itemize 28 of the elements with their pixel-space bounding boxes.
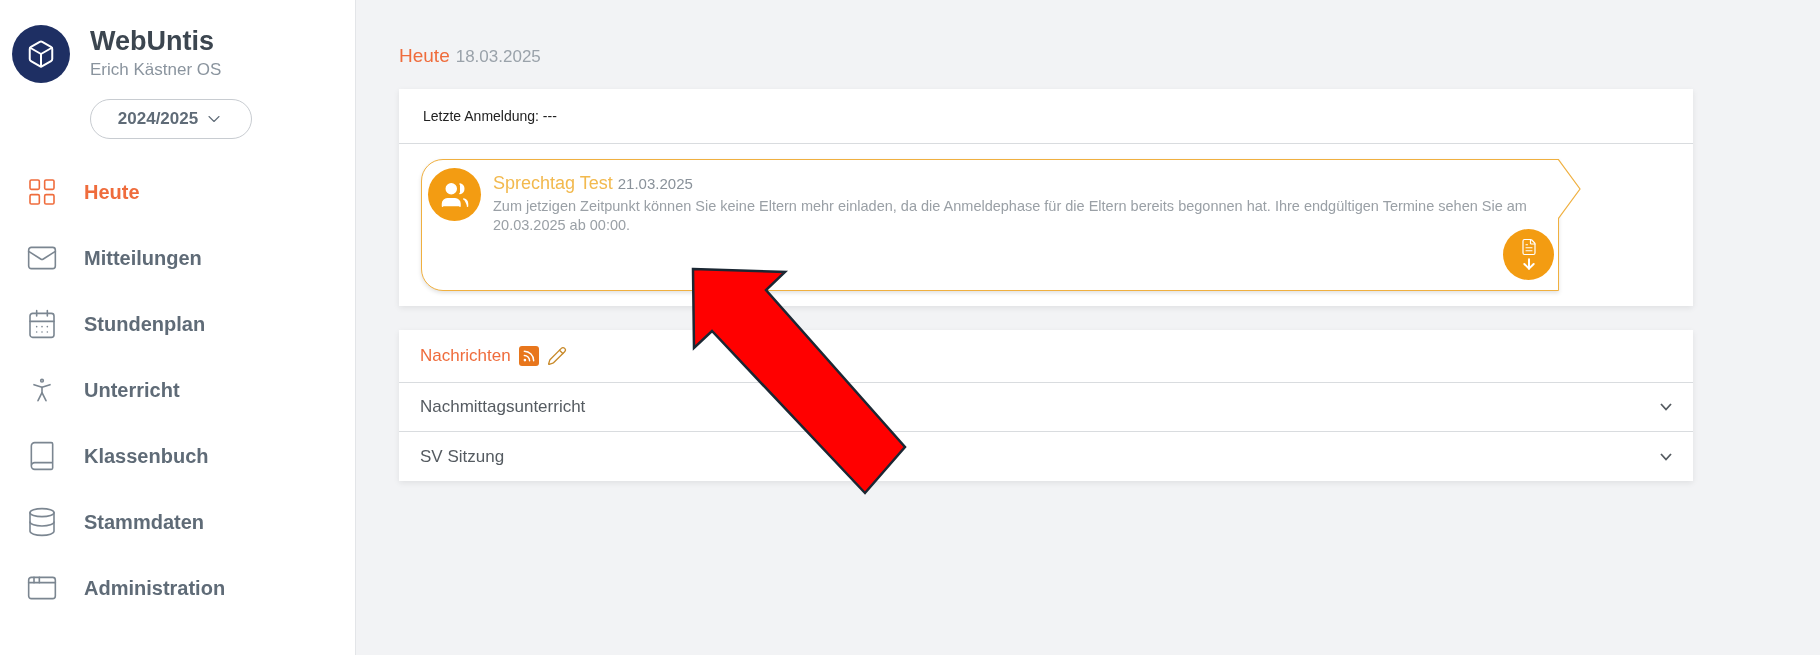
nav-item[interactable]: Heute: [0, 159, 355, 225]
last-login-text: Letzte Anmeldung: ---: [423, 106, 557, 126]
database-icon: [26, 506, 58, 538]
page-title: Heute: [399, 44, 450, 68]
nav-item[interactable]: Stammdaten: [0, 489, 355, 555]
logo-icon: [12, 25, 70, 83]
pdf-icon: [1519, 237, 1538, 256]
app-title: WebUntis: [90, 25, 215, 57]
news-title: Nachrichten: [420, 345, 511, 368]
rss-icon[interactable]: [518, 346, 539, 366]
nav-item[interactable]: Stundenplan: [0, 291, 355, 357]
pencil-icon[interactable]: [546, 346, 567, 366]
nav-item[interactable]: Unterricht: [0, 357, 355, 423]
nav-item[interactable]: Mitteilungen: [0, 225, 355, 291]
pdf-download-button[interactable]: [1503, 229, 1554, 280]
parents-icon: [428, 168, 481, 221]
school-name: Erich Kästner OS: [90, 59, 222, 81]
dashboard-icon: [26, 176, 58, 208]
calendar-icon: [26, 308, 58, 340]
appointment-date: 21.03.2025: [617, 174, 693, 194]
appointment-message: Zum jetzigen Zeitpunkt können Sie keine Eltern mehr einladen, da die Anmeldephase für die Eltern bereits begonnen hat. Ihre endgültigen Termine sehen Sie am 20.03.2025 ab 00:00.: [493, 197, 1528, 235]
appointment-title: Sprechtag Test: [493, 172, 613, 195]
news-item[interactable]: SV Sitzung: [399, 432, 1693, 481]
page-date: 18.03.2025: [455, 46, 541, 68]
nav-item[interactable]: Administration: [0, 555, 355, 621]
notch-icon: [1558, 159, 1581, 219]
nav-item[interactable]: Klassenbuch: [0, 423, 355, 489]
appointment-card[interactable]: [421, 159, 1559, 291]
